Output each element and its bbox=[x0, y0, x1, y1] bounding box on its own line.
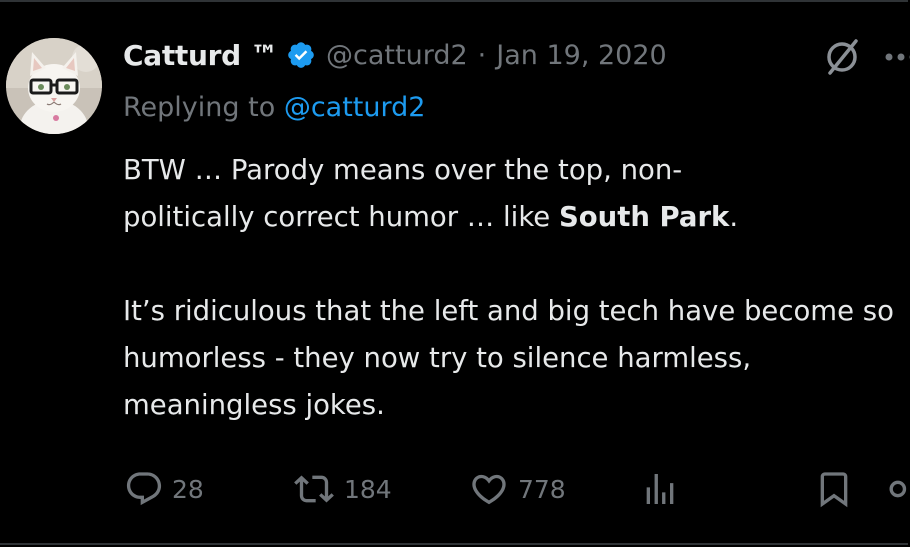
tweet-date[interactable]: Jan 19, 2020 bbox=[496, 40, 666, 71]
reply-count: 28 bbox=[172, 474, 204, 504]
reply-icon bbox=[126, 472, 162, 506]
verified-badge-icon[interactable] bbox=[286, 40, 316, 70]
replying-to-line: Replying to @catturd2 bbox=[123, 92, 425, 123]
separator-dot: · bbox=[477, 39, 487, 71]
like-count: 778 bbox=[518, 474, 566, 504]
tweet-body-text: . bbox=[729, 201, 739, 233]
bookmark-button[interactable] bbox=[814, 466, 854, 512]
grok-icon[interactable] bbox=[822, 36, 862, 76]
retweet-icon bbox=[294, 475, 334, 503]
bookmark-icon bbox=[820, 472, 848, 508]
tweet-header: Catturd ™ @catturd2 · Jan 19, 2020 bbox=[123, 32, 667, 78]
analytics-icon bbox=[646, 474, 674, 504]
reply-button[interactable]: 28 bbox=[124, 466, 204, 512]
avatar-cat-image bbox=[6, 38, 102, 134]
tweet-body: BTW … Parody means over the top, non- po… bbox=[123, 147, 903, 429]
tweet-body-paragraph: It’s ridiculous that the left and big te… bbox=[123, 295, 894, 421]
action-bar: 28 184 778 bbox=[0, 466, 910, 512]
replying-to-label: Replying to bbox=[123, 92, 276, 123]
user-handle[interactable]: @catturd2 bbox=[326, 40, 468, 71]
retweet-count: 184 bbox=[344, 474, 392, 504]
more-icon[interactable] bbox=[880, 49, 910, 63]
tweet-body-line: politically correct humor … like South P… bbox=[123, 194, 903, 241]
share-button[interactable] bbox=[884, 466, 910, 512]
tweet-card: Catturd ™ @catturd2 · Jan 19, 2020 Reply… bbox=[0, 0, 910, 545]
tweet-body-text: politically correct humor … like bbox=[123, 201, 559, 233]
views-button[interactable] bbox=[640, 466, 680, 512]
tweet-body-line: BTW … Parody means over the top, non- bbox=[123, 154, 683, 186]
share-icon bbox=[889, 480, 907, 498]
tweet-body-bold: South Park bbox=[558, 201, 730, 233]
replying-to-mention[interactable]: @catturd2 bbox=[284, 92, 426, 123]
heart-icon bbox=[472, 474, 506, 505]
display-name[interactable]: Catturd ™ bbox=[123, 39, 278, 72]
retweet-button[interactable]: 184 bbox=[292, 466, 392, 512]
avatar[interactable] bbox=[6, 38, 102, 134]
like-button[interactable]: 778 bbox=[468, 466, 566, 512]
